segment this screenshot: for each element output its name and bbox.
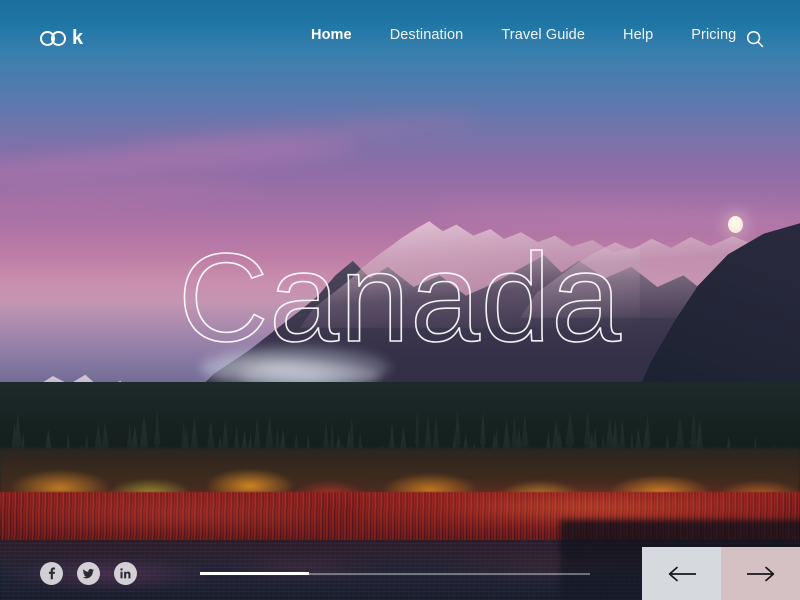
page-title: Canada [177,229,622,368]
arrow-right-icon [746,566,776,582]
next-slide-button[interactable] [721,547,800,600]
hero-page: k Home Destination Travel Guide Help Pricing… [0,0,800,600]
nav-item-home[interactable]: Home [292,27,371,43]
slide-progress-track[interactable] [200,572,590,575]
nav-item-help[interactable]: Help [604,27,672,43]
nav-item-travel-guide[interactable]: Travel Guide [482,27,604,43]
twitter-icon[interactable] [77,562,100,585]
brand-logo-letter: k [72,27,83,49]
search-icon[interactable] [742,26,768,52]
social-links [40,562,137,585]
slider-controls [642,547,800,600]
facebook-icon[interactable] [40,562,63,585]
reed-glow [20,496,320,530]
site-header: k Home Destination Travel Guide Help Pricing [0,0,800,76]
nav-item-destination[interactable]: Destination [371,27,483,43]
moon [728,216,743,233]
brand-logo[interactable]: k [40,27,83,49]
previous-slide-button[interactable] [642,547,721,600]
linkedin-icon[interactable] [114,562,137,585]
arrow-left-icon [667,566,697,582]
double-ring-logo-icon [40,29,71,47]
main-navigation: Home Destination Travel Guide Help Pricing [292,27,755,43]
slide-progress-fill [200,572,310,575]
